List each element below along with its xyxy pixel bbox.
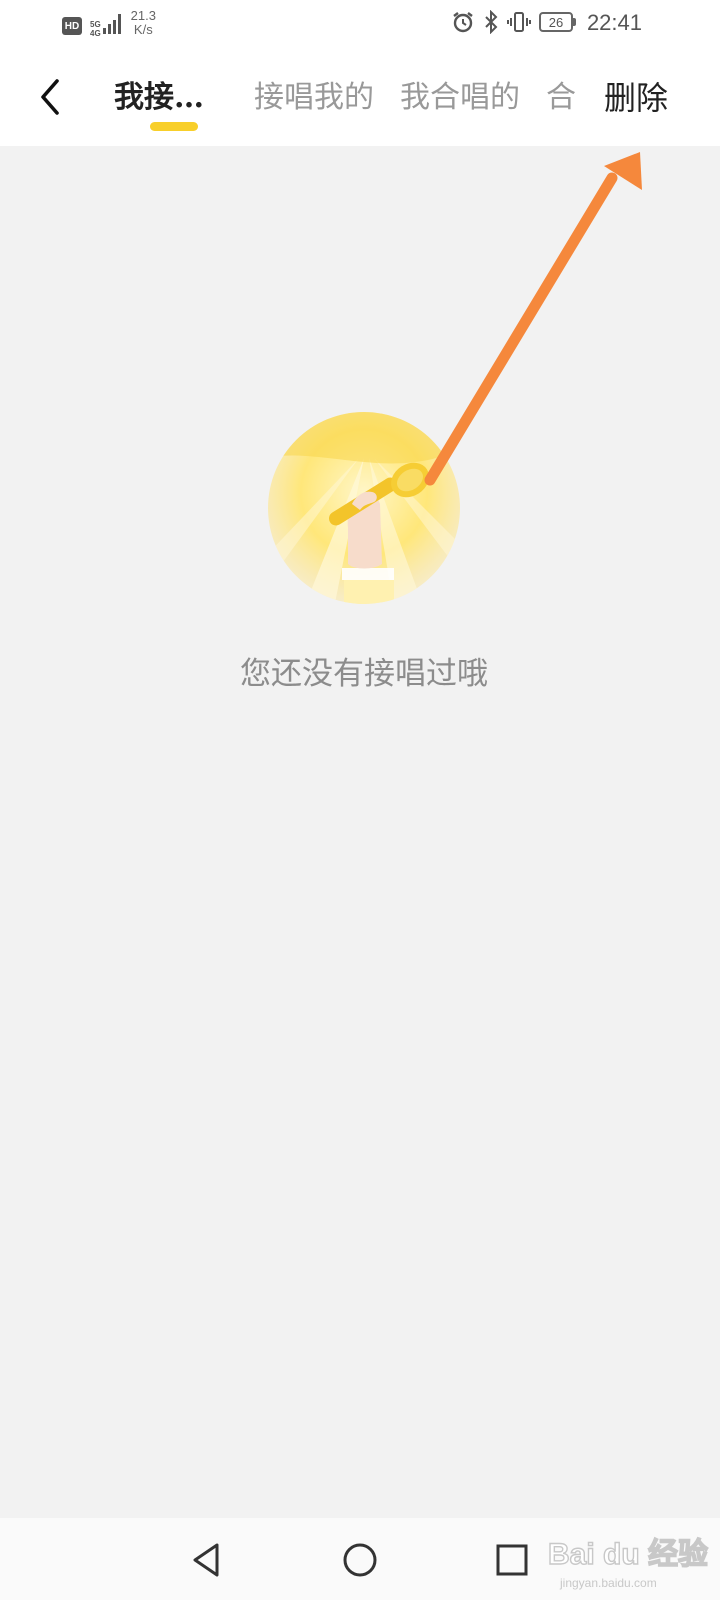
vibrate-icon: [507, 10, 531, 34]
network-type: 5G: [90, 20, 101, 29]
tab-my-duets[interactable]: 我合唱的: [400, 78, 520, 118]
nav-home-icon: [343, 1543, 377, 1577]
nav-recent-button[interactable]: [490, 1538, 534, 1582]
signal-icon: [102, 14, 121, 34]
alarm-icon: [451, 10, 475, 34]
annotation-arrow: [424, 152, 642, 486]
tab-relay-mine[interactable]: 接唱我的: [254, 78, 374, 118]
network-indicator: 5G 4G: [90, 8, 121, 38]
active-tab-indicator: [150, 122, 198, 131]
header: 我接… 接唱我的 我合唱的 合 删除: [0, 50, 720, 146]
empty-state-message: 您还没有接唱过哦: [240, 656, 488, 692]
status-right: 26: [451, 10, 576, 34]
back-button[interactable]: [30, 74, 70, 120]
chevron-left-icon: [41, 79, 59, 115]
battery-level: 26: [539, 12, 573, 32]
network-speed: 21.3 K/s: [131, 9, 156, 37]
speed-unit: K/s: [133, 22, 153, 37]
nav-recent-icon: [496, 1544, 528, 1576]
status-left: HD 5G 4G 21.3 K/s: [62, 8, 156, 38]
tab-duet[interactable]: 合: [546, 78, 576, 118]
microphone-hand-illustration: [264, 408, 464, 608]
status-time: 22:41: [586, 10, 642, 35]
battery-icon: 26: [539, 12, 576, 32]
status-bar: HD 5G 4G 21.3 K/s 26 22:41: [0, 0, 720, 50]
bluetooth-icon: [483, 10, 499, 34]
speed-value: 21.3: [130, 8, 156, 23]
watermark-url: jingyan.baidu.com: [560, 1576, 657, 1590]
nav-home-button[interactable]: [338, 1538, 382, 1582]
nav-back-button[interactable]: [184, 1538, 228, 1582]
network-sub: 4G: [90, 29, 101, 38]
nav-back-icon: [193, 1543, 219, 1577]
hd-badge: HD: [62, 17, 82, 35]
svg-text:Bai du 经验: Bai du 经验: [548, 1537, 708, 1571]
delete-button[interactable]: 删除: [604, 78, 668, 118]
tab-my-relay[interactable]: 我接…: [114, 78, 204, 118]
